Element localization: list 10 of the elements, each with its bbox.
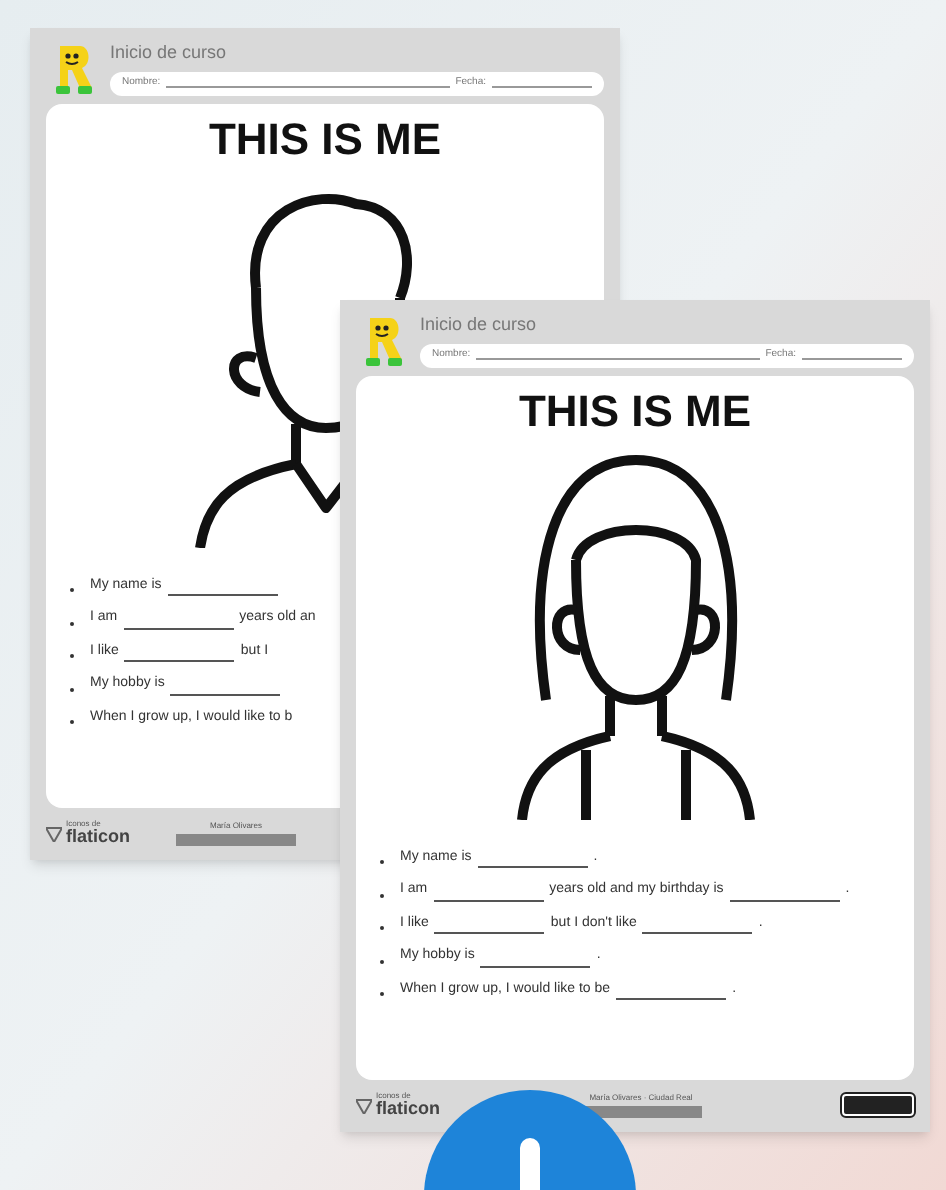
header-title: Inicio de curso: [420, 312, 539, 338]
worksheet-title: THIS IS ME: [208, 112, 442, 167]
header-title: Inicio de curso: [110, 40, 229, 66]
brand-text: flaticon: [376, 1100, 441, 1118]
worksheet-title: THIS IS ME: [518, 384, 752, 439]
triangle-logo-icon: [46, 825, 62, 841]
brand-text: flaticon: [66, 828, 131, 846]
website-logo-drawing: [176, 833, 296, 845]
triangle-logo-icon: [356, 1097, 372, 1113]
license-icon: [841, 1094, 914, 1116]
